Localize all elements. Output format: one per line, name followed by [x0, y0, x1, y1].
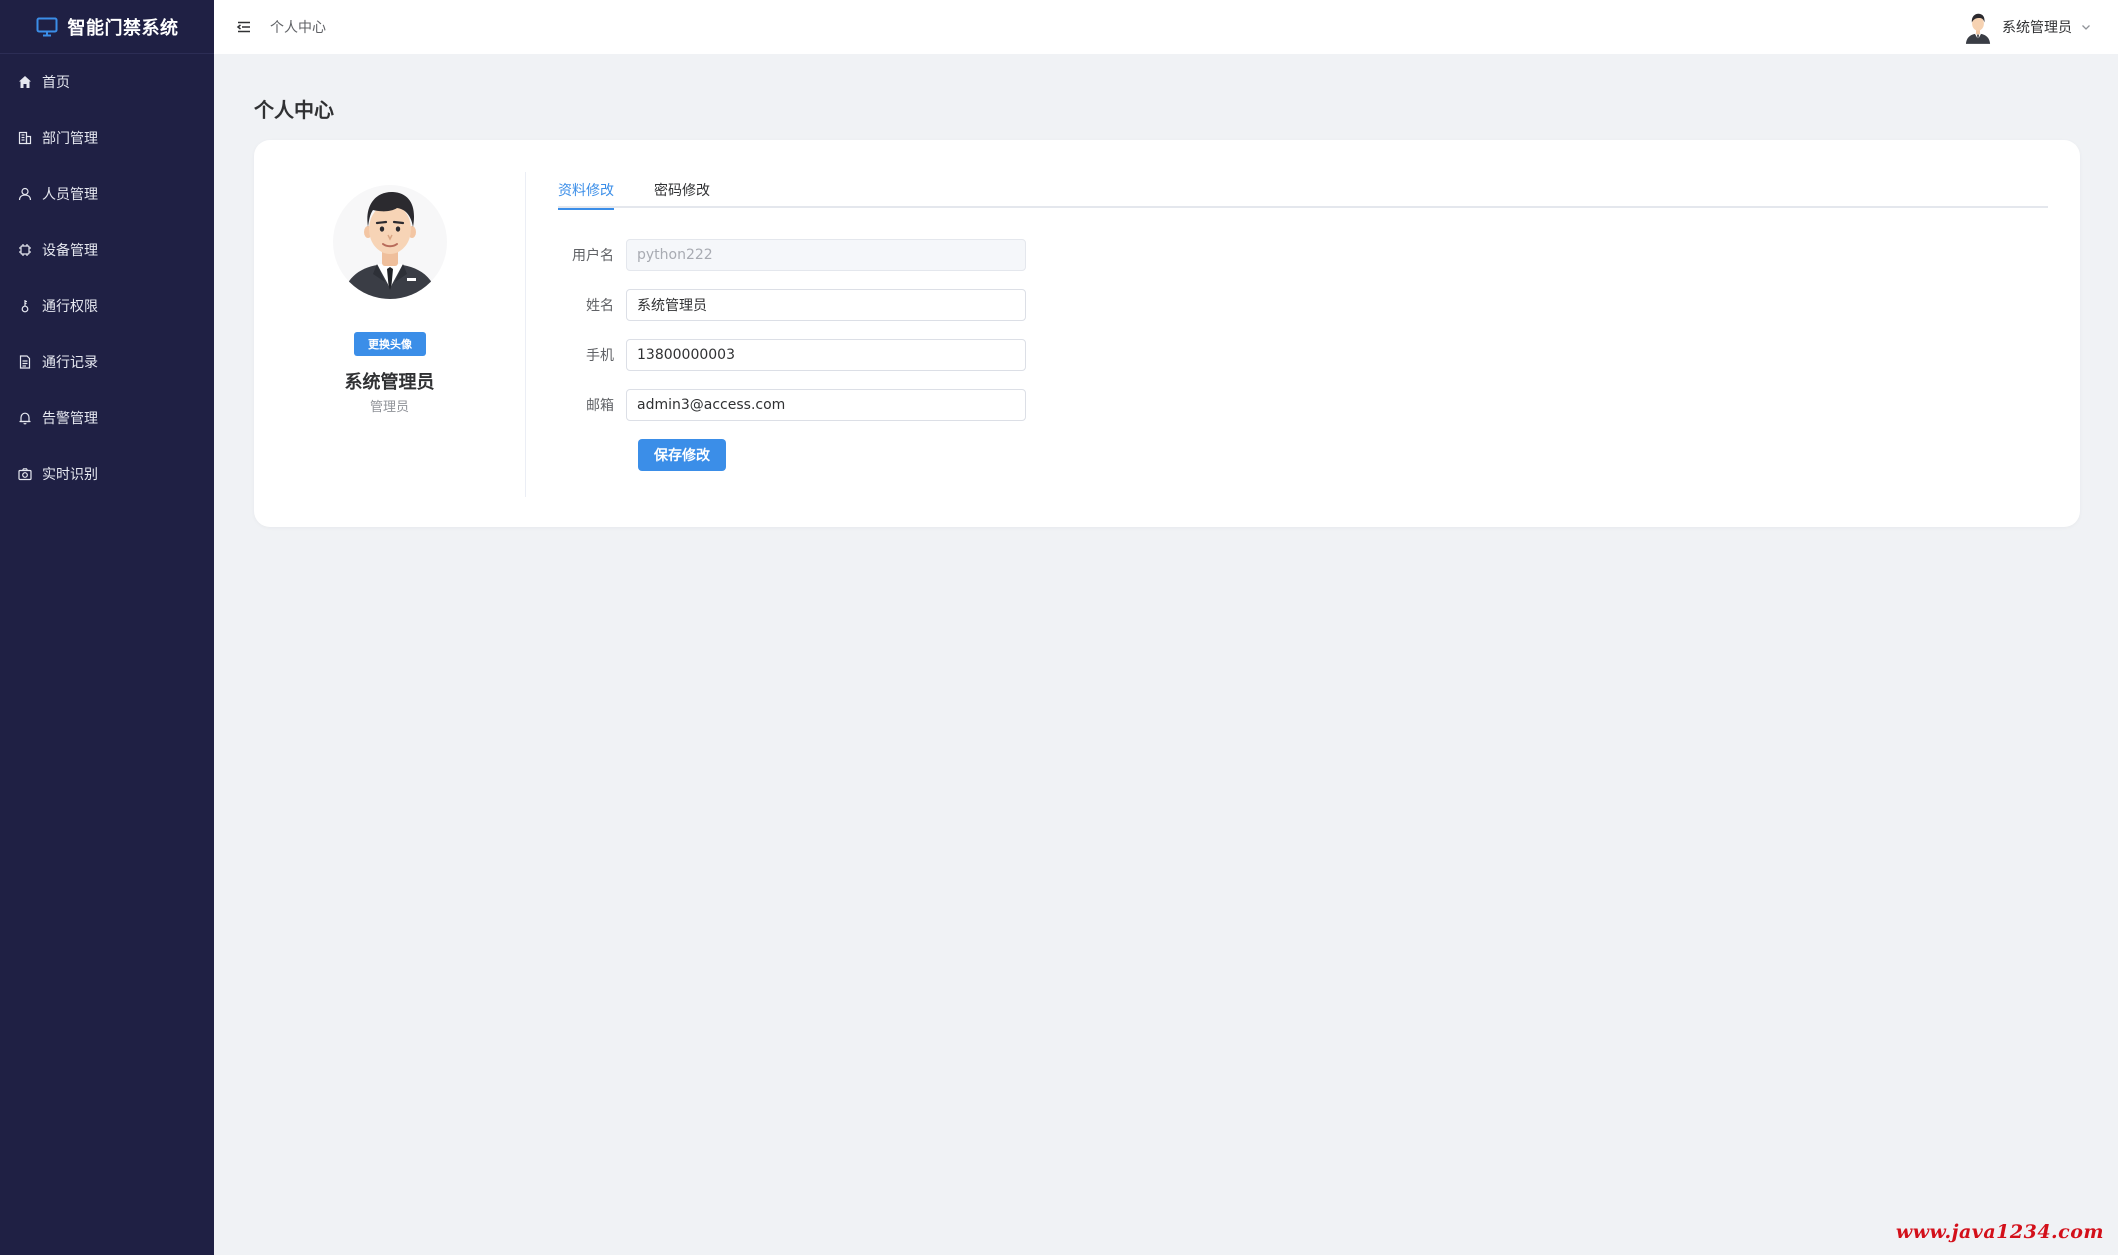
form-row-realname: 姓名 [558, 288, 1026, 322]
building-icon [18, 131, 32, 145]
sidebar-item-personnel[interactable]: 人员管理 [0, 166, 214, 222]
camera-icon [18, 467, 32, 481]
chip-icon [18, 243, 32, 257]
sidebar-item-label: 首页 [42, 75, 70, 91]
profile-name: 系统管理员 [344, 372, 435, 393]
collapse-menu-icon[interactable] [236, 19, 252, 35]
main-content: 个人中心 更换头像 系统管理员 管理员 资料修改 密码修改 用户名 python… [214, 54, 2118, 1255]
sidebar-item-realtime-recognition[interactable]: 实时识别 [0, 446, 214, 502]
sidebar-item-label: 部门管理 [42, 131, 98, 147]
email-label: 邮箱 [586, 398, 614, 414]
avatar [333, 182, 447, 302]
sidebar: 智能门禁系统 首页 部门管理 人员管理 设备管理 通行权限 通行记录 告警管理 … [0, 0, 214, 1255]
profile-card: 更换头像 系统管理员 管理员 资料修改 密码修改 用户名 姓名 [254, 140, 2080, 527]
username-field[interactable] [626, 239, 1026, 271]
monitor-icon [36, 17, 58, 37]
document-icon [18, 355, 32, 369]
app-title: 智能门禁系统 [67, 17, 179, 39]
profile-panel: 更换头像 系统管理员 管理员 [254, 140, 525, 527]
sidebar-item-devices[interactable]: 设备管理 [0, 222, 214, 278]
realname-field[interactable] [626, 289, 1026, 321]
sidebar-item-access-records[interactable]: 通行记录 [0, 334, 214, 390]
page-title: 个人中心 [254, 98, 334, 122]
realname-label: 姓名 [586, 298, 614, 314]
username-label: 用户名 [572, 248, 614, 264]
sidebar-menu: 首页 部门管理 人员管理 设备管理 通行权限 通行记录 告警管理 实时识别 [0, 54, 214, 502]
sidebar-item-label: 人员管理 [42, 187, 98, 203]
key-icon [18, 299, 32, 313]
form-row-username: 用户名 [558, 238, 1026, 272]
form-row-phone: 手机 [558, 338, 1026, 372]
sidebar-item-label: 设备管理 [42, 243, 98, 259]
home-icon [18, 75, 32, 89]
form-row-email: 邮箱 [558, 388, 1026, 422]
sidebar-item-label: 通行权限 [42, 299, 98, 315]
sidebar-item-label: 实时识别 [42, 467, 98, 483]
user-menu[interactable]: 系统管理员 [1962, 0, 2092, 54]
bell-icon [18, 411, 32, 425]
tab-profile-edit[interactable]: 资料修改 [558, 172, 614, 210]
sidebar-item-label: 告警管理 [42, 411, 98, 427]
tabs: 资料修改 密码修改 [558, 172, 2048, 210]
change-avatar-button[interactable]: 更换头像 [354, 332, 426, 356]
form-row-actions: 保存修改 [558, 438, 1026, 472]
sidebar-item-label: 通行记录 [42, 355, 98, 371]
app-root: 智能门禁系统 首页 部门管理 人员管理 设备管理 通行权限 通行记录 告警管理 … [0, 0, 2118, 1255]
chevron-down-icon [2080, 21, 2092, 33]
top-header: 个人中心 系统管理员 [214, 0, 2118, 54]
breadcrumb[interactable]: 个人中心 [270, 17, 326, 37]
save-button[interactable]: 保存修改 [638, 439, 726, 471]
form-area: 资料修改 密码修改 用户名 姓名 手机 [558, 172, 2048, 471]
panel-divider [525, 172, 526, 497]
phone-label: 手机 [586, 348, 614, 364]
brand[interactable]: 智能门禁系统 [0, 0, 214, 54]
sidebar-item-departments[interactable]: 部门管理 [0, 110, 214, 166]
email-field[interactable] [626, 389, 1026, 421]
phone-field[interactable] [626, 339, 1026, 371]
sidebar-item-home[interactable]: 首页 [0, 54, 214, 110]
profile-role: 管理员 [369, 400, 409, 415]
watermark: www.java1234.com [1895, 1221, 2104, 1243]
sidebar-item-alarms[interactable]: 告警管理 [0, 390, 214, 446]
tab-password-change[interactable]: 密码修改 [654, 172, 710, 208]
avatar [1962, 9, 1994, 45]
sidebar-item-access-permissions[interactable]: 通行权限 [0, 278, 214, 334]
profile-form: 用户名 姓名 手机 邮箱 [558, 238, 1026, 488]
user-icon [18, 187, 32, 201]
user-name: 系统管理员 [2002, 20, 2072, 36]
